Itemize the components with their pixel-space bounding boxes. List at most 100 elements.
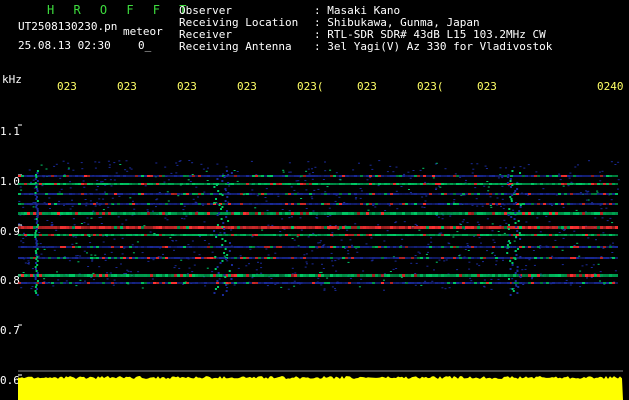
carrier-band-segment bbox=[222, 234, 225, 236]
carrier-band-segment bbox=[360, 274, 363, 277]
carrier-band-segment bbox=[57, 274, 60, 277]
carrier-band-segment bbox=[354, 282, 357, 284]
carrier-band-segment bbox=[453, 246, 456, 248]
carrier-band-segment bbox=[126, 203, 129, 205]
meteor-echo-pixel bbox=[34, 278, 37, 280]
meteor-echo-pixel bbox=[34, 276, 37, 278]
carrier-band-segment bbox=[309, 234, 312, 236]
carrier-band-segment bbox=[375, 212, 378, 215]
carrier-band-segment bbox=[609, 234, 612, 236]
carrier-band-segment bbox=[450, 226, 453, 229]
carrier-band-segment bbox=[21, 175, 24, 177]
y-tick: 0.7 bbox=[0, 324, 20, 337]
carrier-band-segment bbox=[483, 212, 486, 215]
carrier-band-segment bbox=[369, 257, 372, 259]
carrier-band-segment bbox=[126, 193, 129, 195]
carrier-band-segment bbox=[228, 212, 231, 215]
carrier-band-segment bbox=[126, 274, 129, 277]
carrier-band-segment bbox=[609, 282, 612, 284]
carrier-band-segment bbox=[246, 246, 249, 248]
carrier-band-segment bbox=[495, 274, 498, 277]
noise-field bbox=[18, 160, 620, 291]
carrier-band-segment bbox=[591, 193, 594, 195]
carrier-band-segment bbox=[21, 234, 24, 236]
carrier-band-segment bbox=[549, 246, 552, 248]
carrier-band-segment bbox=[498, 234, 501, 236]
carrier-band-segment bbox=[531, 193, 534, 195]
carrier-band-segment bbox=[522, 212, 525, 215]
carrier-band-segment bbox=[423, 274, 426, 277]
carrier-band-segment bbox=[381, 226, 384, 229]
carrier-band-segment bbox=[477, 282, 480, 284]
carrier-band-segment bbox=[183, 257, 186, 259]
carrier-band-segment bbox=[393, 193, 396, 195]
carrier-band-segment bbox=[201, 282, 204, 284]
carrier-band-segment bbox=[348, 282, 351, 284]
carrier-band-segment bbox=[489, 234, 492, 236]
carrier-band-segment bbox=[198, 183, 201, 185]
x-tick: 023 bbox=[357, 80, 377, 93]
carrier-band-segment bbox=[246, 193, 249, 195]
carrier-band-segment bbox=[51, 203, 54, 205]
carrier-band-segment bbox=[270, 246, 273, 248]
carrier-band-segment bbox=[177, 274, 180, 277]
carrier-band-segment bbox=[435, 203, 438, 205]
carrier-band-segment bbox=[507, 203, 510, 205]
meteor-echo-pixel bbox=[36, 220, 39, 222]
carrier-band-segment bbox=[102, 246, 105, 248]
carrier-band-segment bbox=[75, 183, 78, 185]
meteor-echo-pixel bbox=[34, 238, 37, 240]
carrier-band-segment bbox=[492, 203, 495, 205]
carrier-band-segment bbox=[579, 226, 582, 229]
carrier-band-segment bbox=[210, 203, 213, 205]
carrier-band-segment bbox=[546, 282, 549, 284]
carrier-band-segment bbox=[429, 175, 432, 177]
meteor-echo-pixel bbox=[216, 266, 219, 268]
carrier-band-segment bbox=[561, 175, 564, 177]
carrier-band-segment bbox=[372, 274, 375, 277]
carrier-band-segment bbox=[138, 282, 141, 284]
carrier-band-segment bbox=[333, 193, 336, 195]
carrier-band-segment bbox=[42, 274, 45, 277]
meteor-echo-pixel bbox=[227, 174, 230, 176]
carrier-band-segment bbox=[105, 246, 108, 248]
carrier-band-segment bbox=[558, 175, 561, 177]
carrier-band-segment bbox=[105, 282, 108, 284]
carrier-band-segment bbox=[459, 282, 462, 284]
meteor-echo-pixel bbox=[225, 258, 228, 260]
carrier-band-segment bbox=[324, 257, 327, 259]
carrier-band-segment bbox=[261, 246, 264, 248]
carrier-band-segment bbox=[240, 183, 243, 185]
carrier-band-segment bbox=[615, 246, 618, 248]
carrier-band-segment bbox=[342, 175, 345, 177]
carrier-band-segment bbox=[216, 203, 219, 205]
carrier-band-segment bbox=[567, 226, 570, 229]
carrier-band-segment bbox=[561, 183, 564, 185]
carrier-band-segment bbox=[132, 226, 135, 229]
carrier-band-segment bbox=[231, 203, 234, 205]
carrier-band-segment bbox=[495, 193, 498, 195]
carrier-band-segment bbox=[420, 282, 423, 284]
carrier-band-segment bbox=[471, 274, 474, 277]
carrier-band-segment bbox=[300, 212, 303, 215]
carrier-band-segment bbox=[546, 203, 549, 205]
carrier-band-segment bbox=[72, 257, 75, 259]
carrier-band-segment bbox=[150, 257, 153, 259]
carrier-band-segment bbox=[261, 226, 264, 229]
carrier-band-segment bbox=[105, 257, 108, 259]
carrier-band-segment bbox=[396, 246, 399, 248]
carrier-band-segment bbox=[381, 175, 384, 177]
carrier-band-segment bbox=[330, 246, 333, 248]
carrier-band-segment bbox=[87, 175, 90, 177]
carrier-band-segment bbox=[411, 193, 414, 195]
carrier-band-segment bbox=[549, 175, 552, 177]
carrier-band-segment bbox=[615, 282, 618, 284]
carrier-band-segment bbox=[336, 257, 339, 259]
carrier-band-segment bbox=[81, 257, 84, 259]
carrier-band-segment bbox=[459, 203, 462, 205]
carrier-band-segment bbox=[531, 183, 534, 185]
carrier-band-segment bbox=[474, 274, 477, 277]
carrier-band-segment bbox=[300, 226, 303, 229]
carrier-band-segment bbox=[249, 183, 252, 185]
meteor-echo-pixel bbox=[218, 246, 221, 248]
